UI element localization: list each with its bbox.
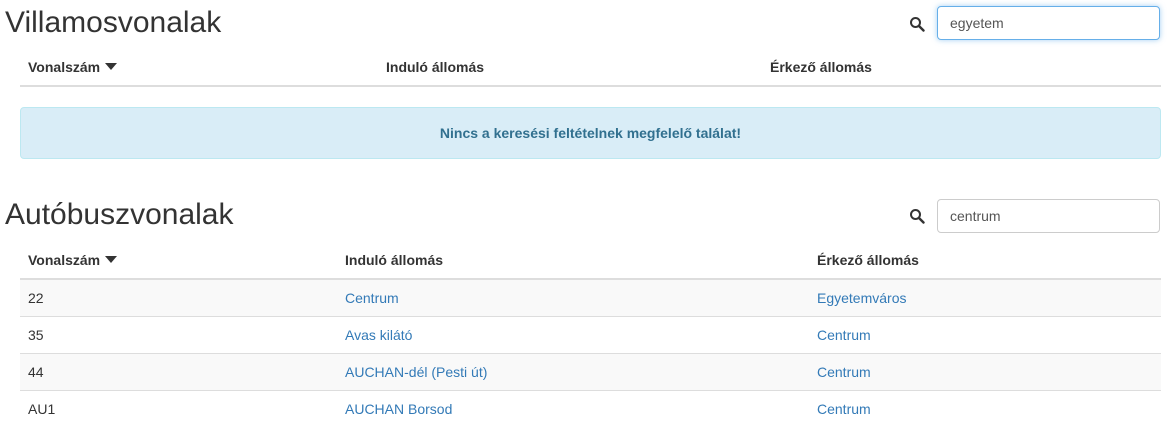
tram-column-from[interactable]: Induló állomás [378,48,762,87]
bus-column-to[interactable]: Érkező állomás [809,241,1161,280]
to-station-link[interactable]: Centrum [817,364,871,380]
bus-column-number[interactable]: Vonalszám [20,241,337,280]
to-station-link[interactable]: Centrum [817,401,871,417]
table-row: 35 Avas kilátó Centrum [20,316,1161,354]
to-station-link[interactable]: Egyetemváros [817,290,906,306]
search-icon [910,17,925,32]
tram-table: Vonalszám Induló állomás Érkező állomás [20,48,1161,87]
tram-section-title: Villamosvonalak [5,6,222,39]
line-number: AU1 [20,390,337,427]
sort-desc-icon [105,255,118,263]
tram-column-to[interactable]: Érkező állomás [762,48,1161,87]
bus-column-from[interactable]: Induló állomás [337,241,809,280]
table-row: 44 AUCHAN-dél (Pesti út) Centrum [20,353,1161,391]
bus-table: Vonalszám Induló állomás Érkező állomás … [20,241,1161,427]
sort-desc-icon [105,62,118,70]
table-row: AU1 AUCHAN Borsod Centrum [20,390,1161,427]
search-icon [910,209,925,224]
tram-column-number[interactable]: Vonalszám [20,48,378,87]
line-number: 35 [20,316,337,354]
to-station-link[interactable]: Centrum [817,327,871,343]
bus-table-header-row: Vonalszám Induló állomás Érkező állomás [20,241,1161,280]
tram-table-header-row: Vonalszám Induló állomás Érkező állomás [20,48,1161,87]
from-station-link[interactable]: AUCHAN-dél (Pesti út) [345,364,487,380]
tram-no-results-alert: Nincs a keresési feltételnek megfelelő t… [20,107,1161,159]
bus-search-input[interactable] [937,199,1160,233]
from-station-link[interactable]: Centrum [345,290,399,306]
line-number: 44 [20,353,337,391]
bus-section-title: Autóbuszvonalak [5,198,234,231]
line-number: 22 [20,278,337,317]
table-row: 22 Centrum Egyetemváros [20,278,1161,317]
from-station-link[interactable]: Avas kilátó [345,327,412,343]
from-station-link[interactable]: AUCHAN Borsod [345,401,452,417]
tram-search-input[interactable] [937,6,1160,40]
